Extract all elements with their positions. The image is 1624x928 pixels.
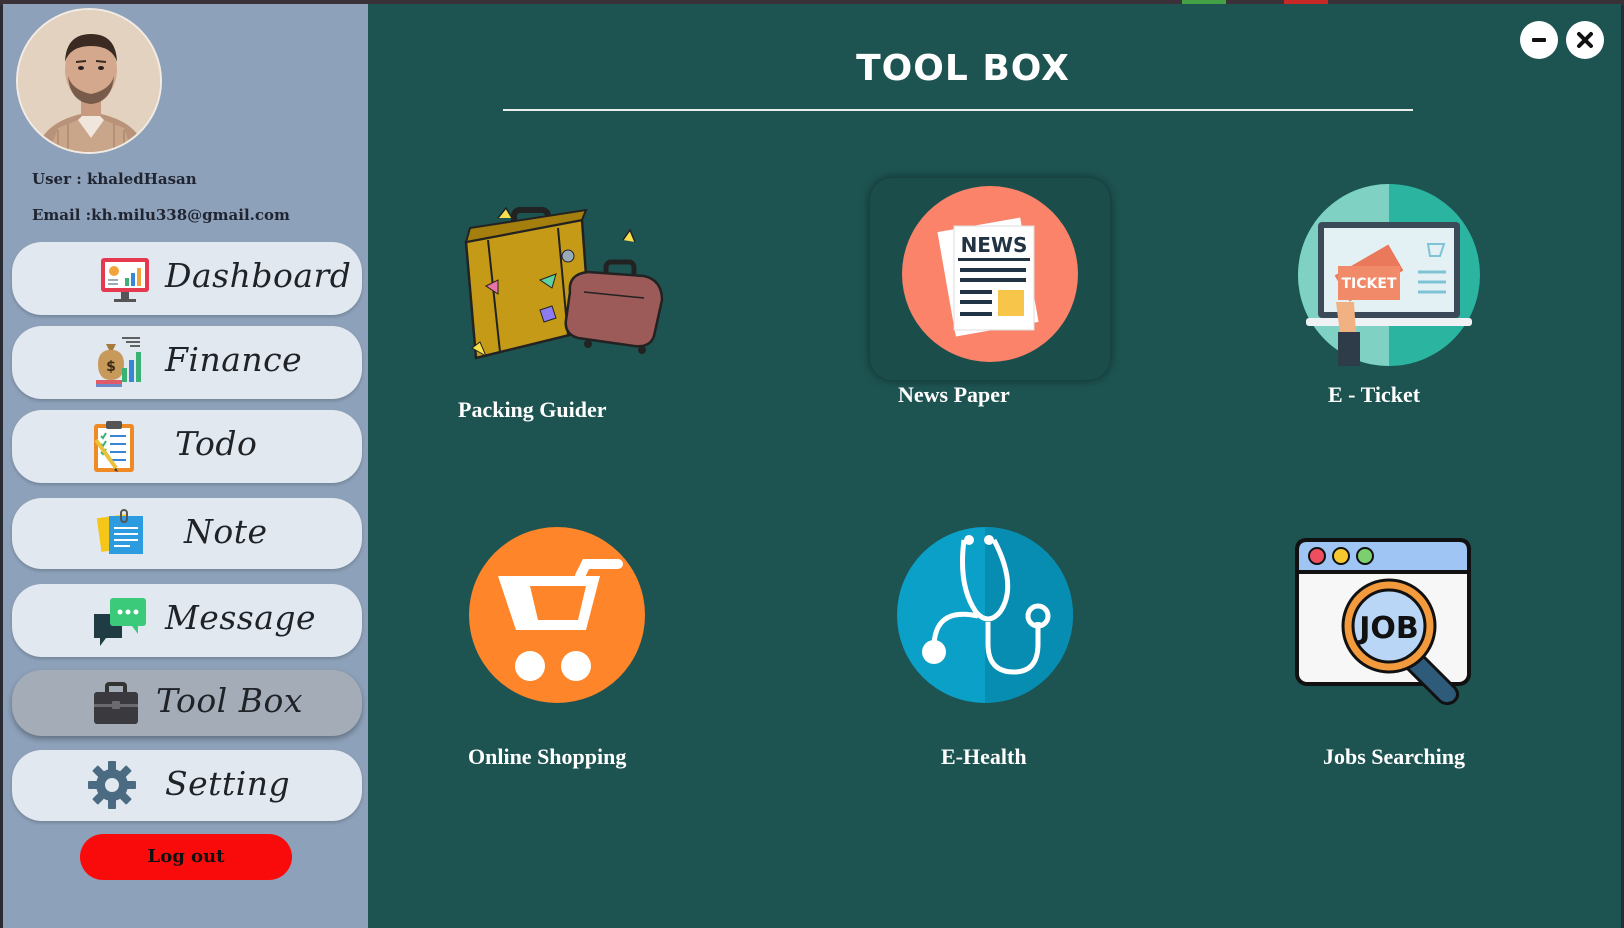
newspaper-icon: NEWS — [902, 186, 1078, 366]
stethoscope-icon — [896, 526, 1074, 708]
title-divider — [503, 109, 1413, 111]
user-name-label: User : khaledHasan — [32, 170, 197, 188]
nav-toolbox-label: Tool Box — [156, 681, 303, 720]
note-sticky-icon — [95, 506, 149, 560]
svg-text:JOB: JOB — [1357, 611, 1419, 646]
shopping-cart-icon — [468, 526, 646, 708]
tool-news-paper-label: News Paper — [898, 382, 1010, 407]
nav-toolbox[interactable]: Tool Box — [12, 670, 362, 736]
nav-dashboard[interactable]: Dashboard — [12, 242, 362, 315]
message-chat-icon — [92, 594, 146, 648]
svg-text:$: $ — [106, 359, 116, 375]
tool-jobs-searching[interactable]: JOB Jobs Searching — [1293, 536, 1503, 776]
tool-e-ticket[interactable]: TICKET E - Ticket — [1298, 184, 1488, 424]
close-icon — [1577, 32, 1593, 48]
svg-text:TICKET: TICKET — [1342, 276, 1397, 292]
nav-message-label: Message — [165, 598, 317, 637]
dashboard-monitor-icon — [98, 252, 152, 306]
tool-news-paper-card[interactable]: NEWS — [870, 178, 1110, 380]
page-title: TOOL BOX — [856, 48, 1070, 89]
todo-clipboard-icon — [86, 418, 140, 472]
finance-moneybag-icon: $ — [92, 334, 146, 388]
tool-packing-guider[interactable]: Packing Guider — [458, 200, 698, 430]
avatar — [16, 8, 162, 154]
nav-dashboard-label: Dashboard — [165, 256, 352, 295]
tool-online-shopping-label: Online Shopping — [468, 744, 627, 769]
nav-finance[interactable]: $ Finance — [12, 326, 362, 399]
tool-packing-guider-label: Packing Guider — [458, 397, 607, 422]
tool-e-health[interactable]: E-Health — [896, 526, 1076, 776]
nav-message[interactable]: Message — [12, 584, 362, 657]
nav-setting[interactable]: Setting — [12, 750, 362, 821]
job-search-icon: JOB — [1293, 536, 1473, 720]
nav-todo-label: Todo — [175, 424, 258, 463]
nav-setting-label: Setting — [165, 764, 291, 803]
main-content: TOOL BOX Packing Guider NEWS News Paper … — [368, 4, 1621, 928]
svg-text:NEWS: NEWS — [961, 233, 1028, 257]
logout-button[interactable]: Log out — [80, 834, 292, 880]
nav-note-label: Note — [184, 512, 268, 551]
tool-jobs-searching-label: Jobs Searching — [1323, 744, 1466, 769]
tool-e-health-label: E-Health — [941, 744, 1027, 769]
close-button[interactable] — [1566, 21, 1604, 59]
toolbox-briefcase-icon — [91, 678, 145, 732]
app-window: User : khaledHasan Email :kh.milu338@gma… — [3, 4, 1621, 928]
nav-finance-label: Finance — [165, 340, 303, 379]
e-ticket-icon: TICKET — [1298, 184, 1480, 372]
tool-online-shopping[interactable]: Online Shopping — [468, 526, 668, 776]
luggage-icon — [458, 200, 678, 374]
nav-note[interactable]: Note — [12, 498, 362, 569]
setting-gear-icon — [86, 759, 140, 813]
nav-todo[interactable]: Todo — [12, 410, 362, 483]
tool-e-ticket-label: E - Ticket — [1328, 382, 1421, 407]
minimize-icon — [1532, 38, 1546, 42]
user-email-label: Email :kh.milu338@gmail.com — [32, 206, 290, 224]
sidebar: User : khaledHasan Email :kh.milu338@gma… — [3, 4, 368, 928]
minimize-button[interactable] — [1520, 21, 1558, 59]
